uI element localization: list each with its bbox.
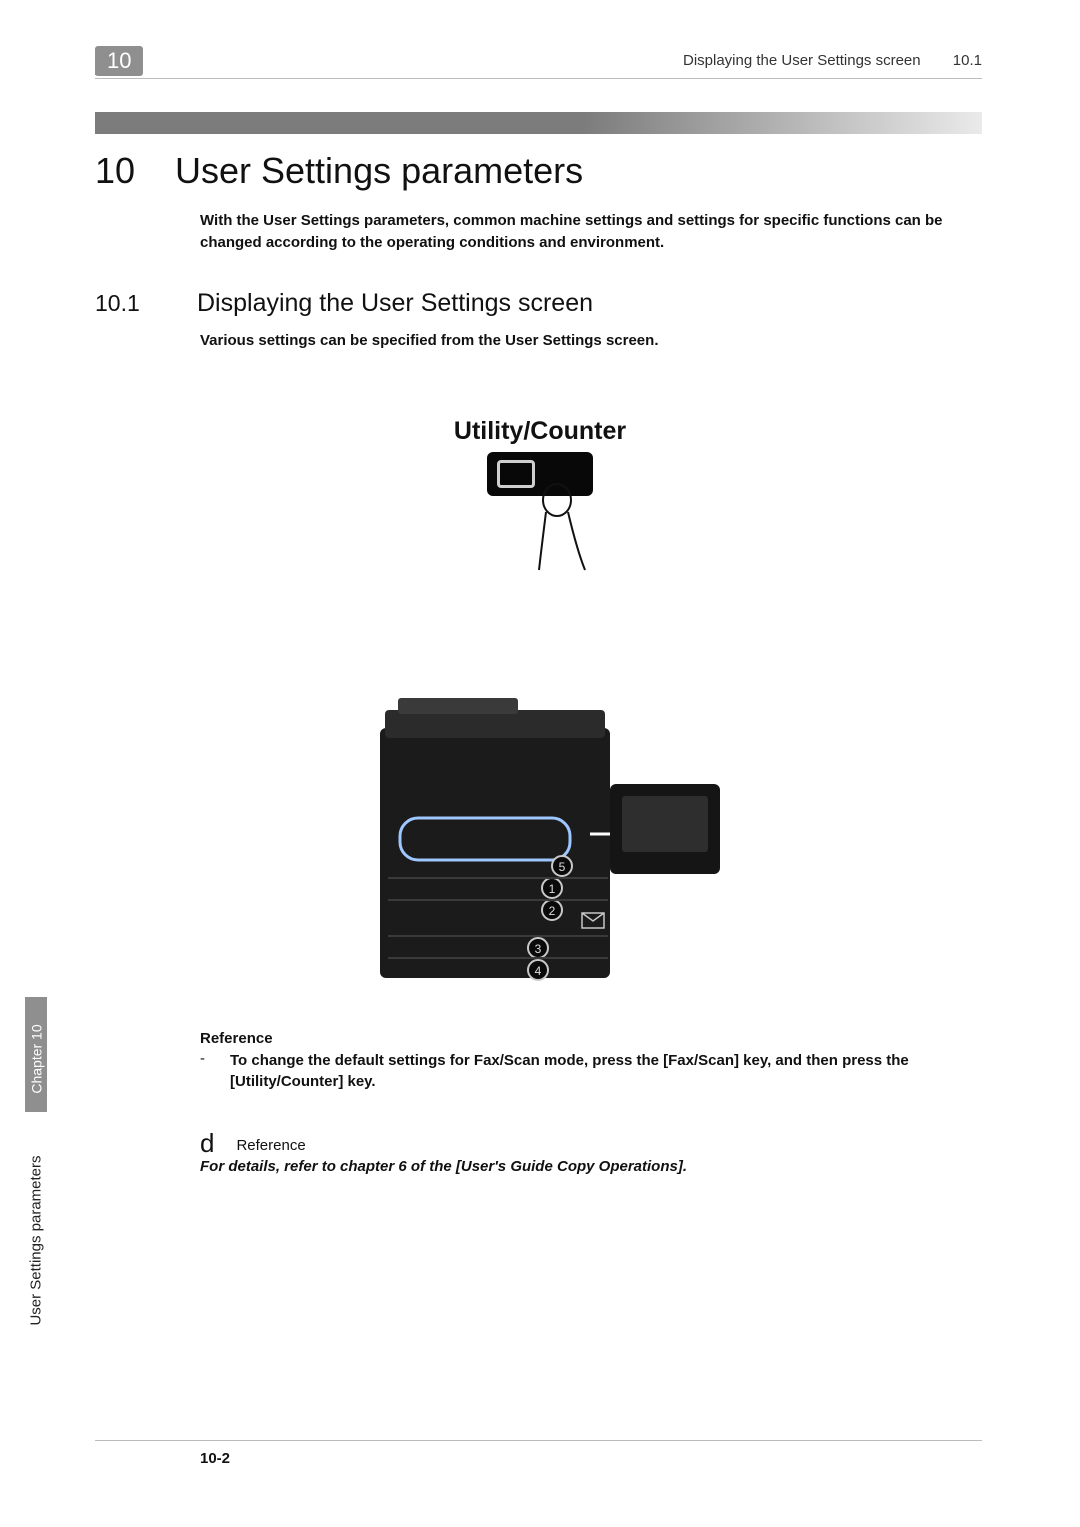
printer-illustration: 5 1 2 3 4 <box>330 688 750 1008</box>
utility-counter-label: Utility/Counter <box>0 417 1080 446</box>
d-reference-label: Reference <box>236 1137 305 1154</box>
svg-text:5: 5 <box>559 860 566 874</box>
d-reference-text: For details, refer to chapter 6 of the [… <box>200 1158 687 1175</box>
side-title-text: User Settings parameters <box>28 1130 45 1352</box>
chapter-intro: With the User Settings parameters, commo… <box>200 210 980 254</box>
d-reference-icon: d <box>200 1128 214 1159</box>
chapter-title-text: User Settings parameters <box>175 150 583 191</box>
bullet-dash: - <box>200 1050 230 1092</box>
svg-text:4: 4 <box>535 964 542 978</box>
running-header-num: 10.1 <box>953 52 982 69</box>
svg-text:1: 1 <box>549 882 556 896</box>
footer-rule <box>95 1440 982 1441</box>
section-number: 10.1 <box>95 290 197 317</box>
chapter-title-number: 10 <box>95 150 175 192</box>
key-press-illustration <box>487 452 593 496</box>
running-header-title: Displaying the User Settings screen <box>683 52 921 69</box>
reference-item-1: To change the default settings for Fax/S… <box>230 1050 980 1092</box>
svg-text:2: 2 <box>549 904 556 918</box>
section-intro: Various settings can be specified from t… <box>200 332 658 349</box>
footer-page-number: 10-2 <box>200 1450 230 1467</box>
svg-text:3: 3 <box>535 942 542 956</box>
chapter-pill-underline <box>95 73 137 75</box>
side-chapter-text: Chapter 10 <box>29 1012 45 1107</box>
section-heading: 10.1Displaying the User Settings screen <box>95 289 593 318</box>
reference-label: Reference <box>200 1030 980 1047</box>
section-title: Displaying the User Settings screen <box>197 289 593 317</box>
chapter-number-pill: 10 <box>95 46 143 76</box>
gradient-bar <box>95 112 982 134</box>
side-title-tab: User Settings parameters <box>25 1122 47 1357</box>
side-label: Chapter 10 User Settings parameters <box>25 997 47 1357</box>
running-header: Displaying the User Settings screen 10.1 <box>655 52 982 69</box>
reference-block: Reference - To change the default settin… <box>200 1030 980 1092</box>
d-reference-heading: d Reference <box>200 1128 306 1159</box>
side-chapter-tab: Chapter 10 <box>25 997 47 1112</box>
header-rule <box>95 78 982 79</box>
chapter-title: 10User Settings parameters <box>95 150 583 192</box>
finger-icon <box>537 482 597 572</box>
